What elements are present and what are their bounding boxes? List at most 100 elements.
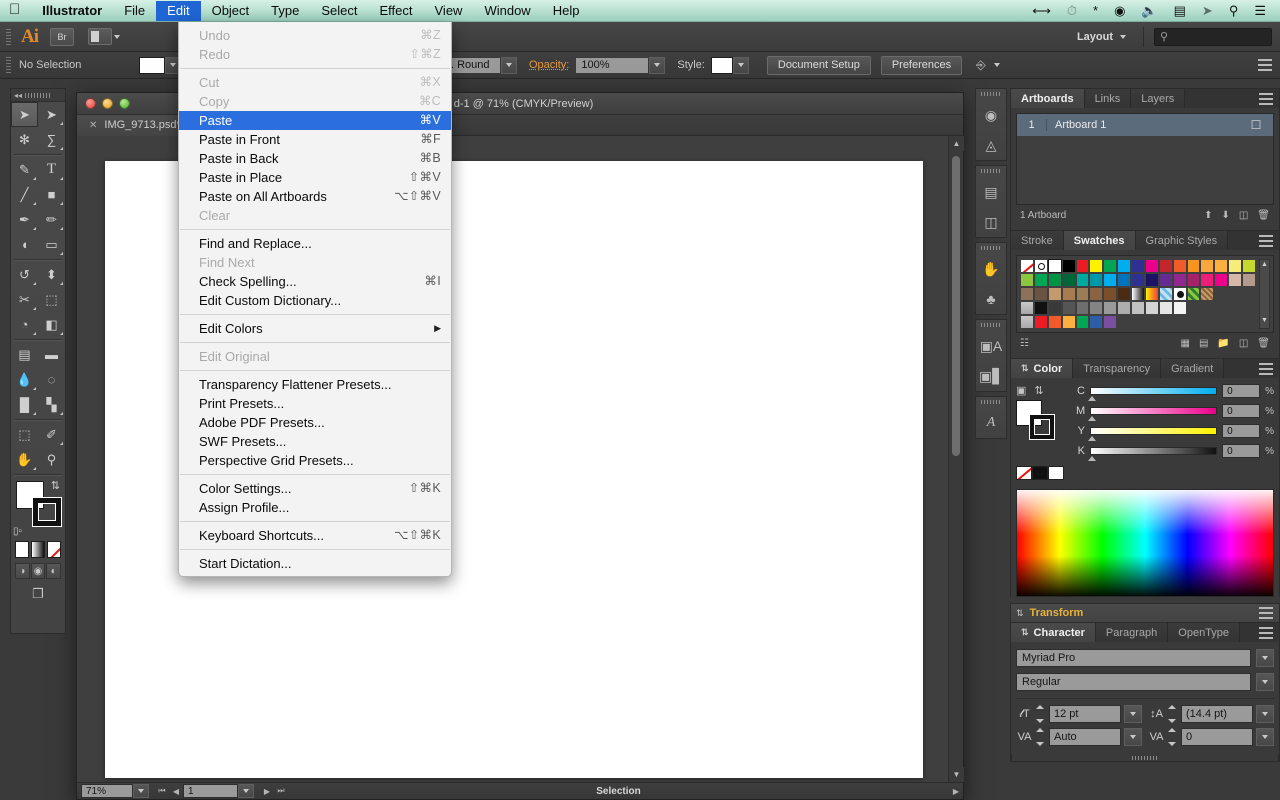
scroll-up-button[interactable]: ▲ [949, 136, 964, 151]
swatch-cell[interactable] [1075, 259, 1090, 273]
swatch-cell[interactable] [1144, 259, 1159, 273]
drag-grip[interactable] [4, 56, 13, 74]
zoom-window-button[interactable] [119, 98, 130, 109]
menu-item-perspective-grid-presets[interactable]: Perspective Grid Presets... [179, 451, 451, 470]
black-value[interactable]: 0 [1222, 444, 1261, 458]
artboard-tool[interactable]: ⬚ [11, 422, 38, 447]
kerning-field[interactable]: Auto [1049, 728, 1121, 746]
collapse-tools-icon[interactable]: ◂◂ [14, 91, 22, 100]
menu-item-window[interactable]: Window [473, 1, 541, 21]
font-size-dropdown[interactable] [1124, 705, 1142, 723]
menu-item-start-dictation[interactable]: Start Dictation... [179, 554, 451, 573]
swatch-cell[interactable] [1228, 259, 1243, 273]
menu-item-select[interactable]: Select [310, 1, 368, 21]
swatch-cell[interactable] [1144, 301, 1159, 315]
scroll-down-button[interactable]: ▼ [949, 767, 964, 782]
blob-brush-tool[interactable]: ◖ [11, 232, 38, 257]
dock-grip[interactable] [976, 166, 1006, 177]
menu-item-check-spelling[interactable]: Check Spelling... ⌘I [179, 272, 451, 291]
symbol-libraries-icon[interactable]: ♣ [976, 284, 1006, 314]
change-screen-mode-icon[interactable]: ❐ [11, 581, 65, 607]
swatch-cell[interactable] [1200, 259, 1215, 273]
blend-tool[interactable]: ◌ [38, 367, 65, 392]
menu-item-print-presets[interactable]: Print Presets... [179, 394, 451, 413]
swatch-cell[interactable] [1075, 273, 1090, 287]
color-stroke-box[interactable] [1030, 415, 1054, 439]
paintbrush-tool[interactable]: ✒ [11, 207, 38, 232]
menu-item-swf-presets[interactable]: SWF Presets... [179, 432, 451, 451]
font-family-field[interactable]: Myriad Pro [1016, 649, 1251, 667]
menu-item-type[interactable]: Type [260, 1, 310, 21]
align-icon[interactable]: ▤ [976, 177, 1006, 207]
hand-tool[interactable]: ✋ [11, 447, 38, 472]
panel-menu-icon[interactable] [1259, 89, 1279, 108]
swatch-cell[interactable] [1020, 259, 1034, 273]
eraser-tool[interactable]: ▭ [38, 232, 65, 257]
tools-panel-header[interactable]: ◂◂ [11, 89, 65, 102]
mesh-tool[interactable]: ▤ [11, 342, 38, 367]
swatches-grid[interactable]: ▲ ▼ [1016, 255, 1274, 333]
rotate-tool[interactable]: ↺ [11, 262, 38, 287]
white-swatch[interactable] [1048, 466, 1064, 480]
swatch-cell[interactable] [1089, 301, 1104, 315]
menu-item-paste-in-front[interactable]: Paste in Front ⌘F [179, 130, 451, 149]
black-swatch[interactable] [1032, 466, 1048, 480]
gradient-tool[interactable]: ▬ [38, 342, 65, 367]
artboard-dropdown-button[interactable] [238, 784, 254, 798]
previous-artboard-button[interactable]: ◀ [169, 787, 183, 796]
swatch-cell[interactable] [1089, 315, 1104, 329]
document-tab[interactable]: ✕ IMG_9713.psd* [77, 114, 194, 136]
menu-item-assign-profile[interactable]: Assign Profile... [179, 498, 451, 517]
gradient-fill-button[interactable] [31, 541, 45, 558]
menu-item-adobe-pdf-presets[interactable]: Adobe PDF Presets... [179, 413, 451, 432]
swatch-cell[interactable] [1158, 287, 1173, 301]
leading-field[interactable]: (14.4 pt) [1181, 705, 1253, 723]
vertical-scroll-thumb[interactable] [952, 156, 960, 456]
slice-tool[interactable]: ✐ [38, 422, 65, 447]
swatch-cell[interactable] [1144, 287, 1159, 301]
tab-character[interactable]: ⇅ Character [1011, 623, 1096, 642]
swatch-cell[interactable] [1158, 273, 1173, 287]
bluetooth-icon[interactable]: * [1085, 3, 1106, 19]
style-dropdown[interactable] [732, 56, 749, 74]
menu-item-paste[interactable]: Paste ⌘V [179, 111, 451, 130]
menu-item-edit[interactable]: Edit [156, 0, 201, 21]
scale-tool[interactable]: ⬍ [38, 262, 65, 287]
next-artboard-button[interactable]: ▶ [260, 787, 274, 796]
minimize-window-button[interactable] [102, 98, 113, 109]
swatch-cell[interactable] [1158, 259, 1173, 273]
last-artboard-button[interactable]: ⏭ [274, 786, 288, 796]
swatch-cells[interactable] [1020, 259, 1256, 329]
stroke-profile-dropdown[interactable] [501, 56, 517, 74]
none-swatch[interactable] [1016, 466, 1032, 480]
kerning-stepper[interactable] [1036, 728, 1046, 746]
panel-resize-grabber[interactable] [1011, 754, 1279, 762]
workspace-switcher-label[interactable]: Layout [1077, 31, 1113, 43]
magic-wand-tool[interactable]: ✻ [11, 127, 38, 152]
spotlight-search-icon[interactable]: ⚲ [1221, 3, 1247, 19]
lasso-tool[interactable]: ∑ [38, 127, 65, 152]
swatch-libraries-icon[interactable]: ☷ [1020, 338, 1029, 349]
align-objects-icon[interactable]: ⎆ [976, 58, 986, 73]
artboard-name[interactable]: Artboard 1 [1047, 119, 1239, 131]
panel-menu-icon[interactable] [1259, 231, 1279, 250]
menu-item-paste-in-place[interactable]: Paste in Place ⇧⌘V [179, 168, 451, 187]
color-spectrum-picker[interactable] [1016, 489, 1274, 597]
swatch-cell[interactable] [1089, 287, 1104, 301]
swatch-options-icon[interactable]: ▤ [1199, 338, 1208, 349]
chevron-down-icon[interactable] [993, 63, 1000, 67]
swatch-cell[interactable] [1075, 287, 1090, 301]
color-fill-button[interactable] [15, 541, 29, 558]
perspective-grid-tool[interactable]: ◧ [38, 312, 65, 337]
panel-menu-icon[interactable] [1259, 607, 1279, 619]
swap-fill-stroke-icon[interactable]: ⇅ [51, 479, 60, 492]
line-segment-tool[interactable]: ╱ [11, 182, 38, 207]
swap-fill-stroke-icon[interactable]: ⇅ [1034, 384, 1043, 397]
new-artboard-icon[interactable]: ◫ [1239, 210, 1248, 221]
fill-color-swatch[interactable] [139, 56, 165, 74]
swatch-cell[interactable] [1033, 259, 1048, 273]
swatch-cell[interactable] [1172, 301, 1187, 315]
menu-item-edit-colors[interactable]: Edit Colors ▶ [179, 319, 451, 338]
status-text[interactable]: Selection [288, 786, 949, 797]
new-color-group-icon[interactable]: 📁 [1217, 338, 1229, 349]
